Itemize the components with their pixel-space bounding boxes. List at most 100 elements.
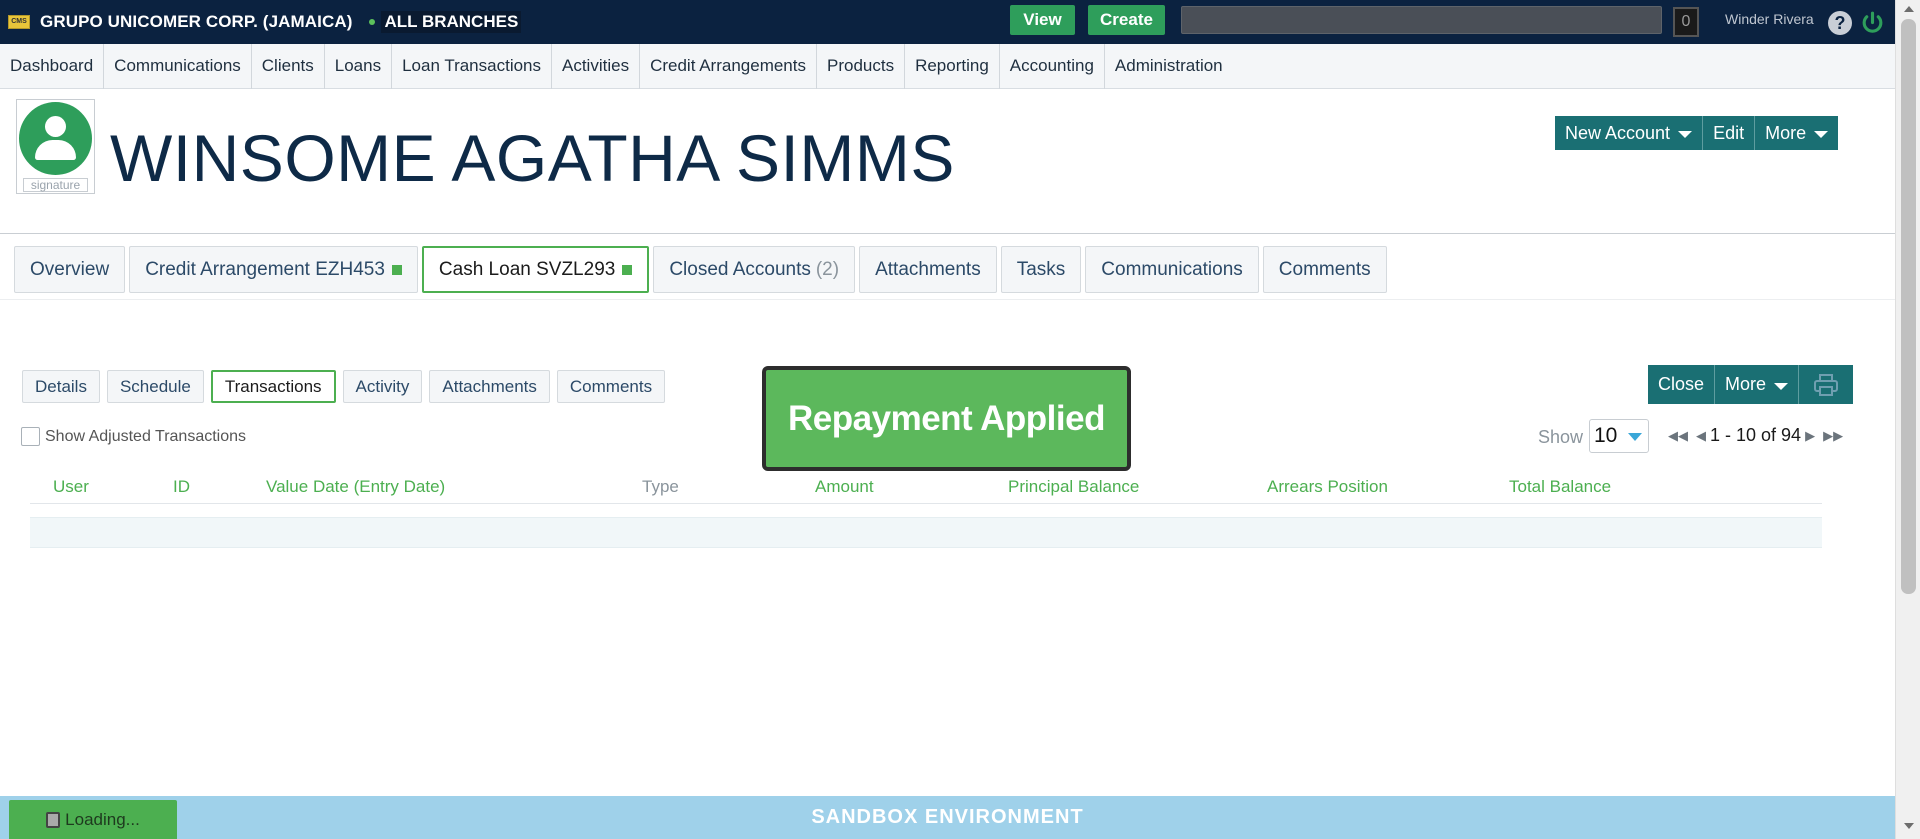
loading-spinner-icon (46, 811, 61, 828)
environment-footer: SANDBOX ENVIRONMENT Loading... (0, 796, 1895, 839)
chevron-down-icon (1628, 433, 1642, 441)
user-name[interactable]: Winder Rivera (1725, 11, 1814, 27)
previous-page-icon[interactable]: ◀ (1696, 428, 1706, 444)
close-button[interactable]: Close (1648, 365, 1716, 404)
signature-label[interactable]: signature (23, 178, 88, 192)
loading-indicator: Loading... (9, 800, 177, 839)
active-status-icon (622, 264, 633, 275)
print-icon (1814, 373, 1839, 396)
search-input[interactable] (1181, 6, 1662, 34)
column-header-user[interactable]: User (53, 477, 89, 497)
notification-counter[interactable]: 0 (1673, 7, 1699, 37)
active-status-icon (391, 264, 402, 275)
menu-item-products[interactable]: Products (817, 43, 906, 89)
subtab-attachments[interactable]: Attachments (429, 370, 550, 403)
tab-comments[interactable]: Comments (1262, 246, 1387, 293)
page-scrollbar[interactable] (1895, 0, 1920, 839)
main-menu: Dashboard Communications Clients Loans L… (0, 43, 1895, 89)
more-label: More (1765, 122, 1807, 143)
loading-label: Loading... (65, 809, 140, 829)
column-header-type: Type (642, 477, 679, 496)
menu-item-activities[interactable]: Activities (552, 43, 641, 89)
menu-item-loans[interactable]: Loans (325, 43, 393, 89)
user-avatar-icon (19, 102, 92, 175)
last-page-icon[interactable]: ▶▶ (1823, 428, 1843, 444)
account-tabs: Overview Credit Arrangement EZH453 Cash … (14, 246, 1391, 293)
show-adjusted-toggle[interactable]: Show Adjusted Transactions (21, 427, 246, 446)
new-account-label: New Account (1565, 122, 1671, 143)
tab-overview[interactable]: Overview (14, 246, 126, 293)
tab-label: Cash Loan SVZL293 (438, 258, 616, 280)
tab-communications[interactable]: Communications (1085, 246, 1259, 293)
column-header-principal-balance[interactable]: Principal Balance (1008, 477, 1139, 497)
menu-item-administration[interactable]: Administration (1105, 44, 1233, 89)
column-header-arrears-position[interactable]: Arrears Position (1267, 477, 1388, 497)
page-size-select[interactable]: 10 (1589, 419, 1649, 453)
menu-item-communications[interactable]: Communications (104, 43, 252, 89)
subtab-transactions[interactable]: Transactions (210, 370, 336, 403)
create-button[interactable]: Create (1088, 5, 1165, 35)
top-bar: CMS GRUPO UNICOMER CORP. (JAMAICA) ALL B… (0, 0, 1895, 44)
page-title: WINSOME AGATHA SIMMS (110, 121, 955, 195)
menu-item-clients[interactable]: Clients (252, 43, 325, 89)
page-size-label: Show (1538, 427, 1584, 447)
company-logo-icon: CMS (8, 15, 30, 29)
divider (0, 299, 1895, 300)
more-button[interactable]: More (1715, 365, 1800, 404)
menu-item-reporting[interactable]: Reporting (905, 43, 1000, 89)
scroll-up-icon[interactable] (1904, 6, 1914, 12)
tab-label: Credit Arrangement EZH453 (145, 258, 385, 280)
edit-button[interactable]: Edit (1703, 116, 1756, 150)
page-size-value: 10 (1594, 424, 1618, 447)
sandbox-banner: SANDBOX ENVIRONMENT (811, 806, 1084, 828)
new-account-button[interactable]: New Account (1555, 116, 1704, 150)
transaction-actions: Close More (1648, 365, 1854, 404)
avatar[interactable]: signature (16, 99, 95, 194)
pagination: ◀◀ ◀ 1 - 10 of 94 ▶ ▶▶ (1664, 425, 1847, 446)
subtab-comments[interactable]: Comments (556, 370, 666, 403)
tab-credit-arrangement[interactable]: Credit Arrangement EZH453 (129, 246, 418, 293)
divider (0, 233, 1895, 234)
tab-label: Closed Accounts (669, 258, 811, 280)
more-label: More (1725, 374, 1767, 394)
column-header-amount[interactable]: Amount (815, 477, 874, 497)
subtab-activity[interactable]: Activity (342, 370, 423, 403)
help-icon[interactable]: ? (1828, 11, 1852, 35)
page-range: 1 - 10 of 94 (1710, 425, 1802, 445)
chevron-down-icon (1678, 131, 1693, 138)
loan-subtabs: Details Schedule Transactions Activity A… (22, 370, 672, 403)
menu-item-dashboard[interactable]: Dashboard (0, 43, 105, 89)
closed-count: (2) (815, 258, 840, 280)
column-header-id[interactable]: ID (173, 477, 190, 497)
transactions-table-header: User ID Value Date (Entry Date) Type Amo… (30, 472, 1822, 504)
print-button[interactable] (1799, 365, 1853, 404)
first-page-icon[interactable]: ◀◀ (1668, 428, 1688, 444)
client-actions: New Account Edit More (1555, 116, 1839, 150)
more-button[interactable]: More (1755, 116, 1838, 150)
scroll-down-icon[interactable] (1904, 823, 1914, 829)
chevron-down-icon (1774, 382, 1789, 390)
table-row[interactable] (30, 517, 1822, 548)
tab-tasks[interactable]: Tasks (1000, 246, 1082, 293)
branch-status-dot (369, 19, 376, 25)
branch-selector[interactable]: ALL BRANCHES (381, 11, 522, 33)
show-adjusted-label: Show Adjusted Transactions (45, 427, 247, 445)
menu-item-accounting[interactable]: Accounting (1000, 43, 1105, 89)
repayment-toast: Repayment Applied (762, 366, 1131, 471)
show-adjusted-checkbox[interactable] (21, 427, 40, 446)
column-header-total-balance[interactable]: Total Balance (1509, 477, 1611, 497)
power-icon[interactable] (1860, 10, 1885, 35)
subtab-details[interactable]: Details (22, 370, 100, 403)
menu-item-loan-transactions[interactable]: Loan Transactions (392, 43, 552, 89)
menu-item-credit-arrangements[interactable]: Credit Arrangements (640, 43, 817, 89)
tab-attachments[interactable]: Attachments (859, 246, 997, 293)
organization-name: GRUPO UNICOMER CORP. (JAMAICA) (40, 12, 353, 31)
subtab-schedule[interactable]: Schedule (106, 370, 204, 403)
tab-closed-accounts[interactable]: Closed Accounts (2) (653, 246, 856, 293)
chevron-down-icon (1814, 131, 1829, 138)
scrollbar-thumb[interactable] (1901, 19, 1916, 594)
view-button[interactable]: View (1010, 5, 1075, 35)
column-header-value-date[interactable]: Value Date (Entry Date) (266, 477, 445, 497)
tab-cash-loan[interactable]: Cash Loan SVZL293 (421, 246, 650, 293)
next-page-icon[interactable]: ▶ (1805, 428, 1815, 444)
